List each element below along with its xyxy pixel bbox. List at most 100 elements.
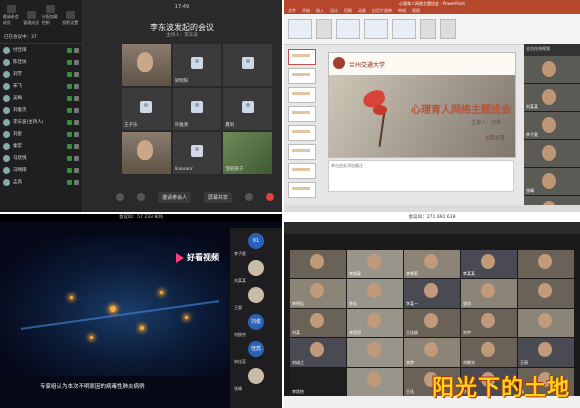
slide-thumbnail[interactable] [288,68,316,84]
theme-3-button[interactable] [392,19,416,39]
ppt-menu-item[interactable]: 审阅 [398,7,406,14]
tile-name: 李欣怡 [292,388,304,394]
avatar [3,82,10,90]
tile-name: 李佳 [349,300,357,306]
video-tile[interactable]: 鑫钊 [223,88,272,130]
gallery-tile[interactable] [347,338,403,367]
slide-thumbnail[interactable] [288,49,316,65]
end-meeting-button[interactable] [265,193,274,201]
more-button[interactable] [244,193,253,201]
side-video-tile[interactable]: 李子夏 [524,112,580,139]
invite-button[interactable]: 邀请参会成员 [3,5,21,26]
participant-row[interactable]: 付佳琦 [0,44,82,56]
format-button[interactable] [420,19,436,39]
slide-thumbnail[interactable] [288,106,316,122]
video-tile[interactable]: linkuanr [172,132,222,174]
gallery-tile[interactable]: 李俊豪 [347,250,403,279]
gallery-tile[interactable] [518,250,574,279]
video-tile[interactable] [223,44,272,86]
side-video-tile[interactable]: 张晴 [524,168,580,195]
gallery-tile[interactable]: 李欣怡 [290,367,346,396]
invite-participant-button[interactable]: 邀请参会人 [158,191,192,203]
gallery-tile[interactable]: 张欣 [461,279,517,308]
gallery-tile[interactable]: 李明远 [290,279,346,308]
gallery-tile[interactable] [518,279,574,308]
participant-name: 马晴雨 [13,168,27,173]
video-tile[interactable]: 许雅清 [172,88,222,130]
slide-thumbnail[interactable] [288,182,316,198]
gallery-tile[interactable]: 王佳俊 [404,308,460,338]
gallery-tile[interactable]: 李佳 [347,279,403,308]
ppt-menu-item[interactable]: 视图 [412,7,420,14]
gallery-tile[interactable]: 刘宇 [461,308,517,338]
video-tile[interactable] [122,44,171,86]
shape-button[interactable] [440,19,456,39]
ppt-menu-item[interactable]: 幻灯片放映 [372,7,392,14]
participant-video [310,283,324,299]
theme-1-button[interactable] [336,19,360,39]
participant-row[interactable]: 秦宏 [0,140,82,152]
participant-thumb[interactable]: 张晴 [234,366,278,391]
participant-name: 陈佳坊 [13,60,27,65]
slide-canvas[interactable]: 兰州交通大学 心理育人网络主题班会 主讲人：刘某 X年8月 [328,52,516,158]
gallery-tile[interactable] [347,367,403,396]
ppt-menu-item[interactable]: 插入 [316,7,324,14]
video-tile[interactable]: 梁明阳 [172,44,222,86]
ppt-menu-item[interactable]: 切换 [344,7,352,14]
participant-row[interactable]: 刘芳 [0,68,82,80]
video-button[interactable] [137,193,146,201]
tile-name: 刘成之 [292,359,304,365]
participant-thumb[interactable]: 王超 [234,285,278,310]
side-video-tile[interactable]: 刘某某 [524,84,580,111]
ppt-menu-item[interactable]: 文件 [288,7,296,14]
participant-row[interactable]: 陈佳坊 [0,56,82,68]
gallery-tile[interactable] [518,308,574,338]
mute-button[interactable] [116,193,125,201]
control-button[interactable]: 分配加载控制 [42,5,60,26]
participant-thumb[interactable]: 01 李子夏 [234,231,278,256]
gallery-tile[interactable]: 刘成之 [290,338,346,367]
slide-thumbnail[interactable] [288,144,316,160]
side-video-tile[interactable] [524,56,580,83]
video-tile[interactable]: 邹丽嘉子 [223,132,272,174]
participant-thumb[interactable]: 刘俊 刘俊杰 [234,312,278,337]
screen-share-button[interactable]: 屏幕共享 [203,191,232,203]
participant-row[interactable]: 李东波(主持人) [0,116,82,128]
gallery-tile[interactable]: 李梦 [404,338,460,367]
video-tile[interactable] [122,132,171,174]
slide-thumbnail[interactable] [288,87,316,103]
ppt-menu-item[interactable]: 设计 [330,7,338,14]
gallery-tile[interactable]: 刘某 [290,308,346,338]
gallery-tile[interactable]: 李思思 [347,308,403,338]
video-tile[interactable]: 王子乐 [122,88,171,130]
slide-thumbnail[interactable] [288,163,316,179]
participant-row[interactable]: 孟高 [0,176,82,188]
layout-button[interactable] [316,19,332,39]
participant-thumb[interactable]: 佳蕊 宋佳蕊 [234,339,278,364]
side-video-tile[interactable] [524,140,580,167]
notes-pane[interactable]: 单击此处添加备注 [328,160,514,192]
participant-row[interactable]: 马晴雨 [0,164,82,176]
new-slide-button[interactable] [288,19,312,39]
ppt-menu-item[interactable]: 开始 [302,7,310,14]
manage-members-button[interactable]: 管理成员 [22,11,40,26]
gallery-tile[interactable]: 李晓莉 [404,250,460,279]
gallery-tile[interactable]: 王雨 [518,338,574,367]
participant-row[interactable]: 刘星 [0,128,82,140]
gallery-tile[interactable]: 刘晓光 [461,338,517,367]
participant-row[interactable]: 宋飞 [0,80,82,92]
participant-row[interactable]: 刘俊杰 [0,104,82,116]
gallery-tile[interactable]: 李某某 [461,250,517,279]
settings-button[interactable]: 投影设置 [61,11,79,26]
slide-thumbnail[interactable] [288,125,316,141]
mic-icon [67,83,72,89]
map-hotspot [110,306,116,312]
invite-icon [7,5,17,13]
participant-row[interactable]: 马欣悦 [0,152,82,164]
participant-row[interactable]: 吴梅 [0,92,82,104]
ppt-menu-item[interactable]: 动画 [358,7,366,14]
gallery-tile[interactable]: 李某一 [404,279,460,308]
theme-2-button[interactable] [364,19,388,39]
participant-thumb[interactable]: 刘某某 [234,258,278,283]
gallery-tile[interactable] [290,250,346,279]
